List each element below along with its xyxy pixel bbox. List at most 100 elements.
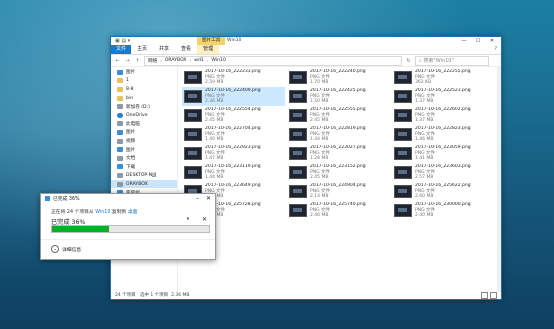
more-details-button[interactable]: ⌄ 详细信息 [51,245,81,253]
sidebar-item[interactable]: 图片 [111,68,177,77]
sidebar-item-label: OneDrive [126,112,148,118]
file-item[interactable]: 2017-10-16_222823.png PNG 文件 1.46 MB [392,125,495,144]
file-item[interactable]: 2017-10-16_222554.png PNG 文件 2.45 MB [182,106,285,125]
tab-share[interactable]: 共享 [153,45,175,54]
sidebar-item[interactable]: 下载 [111,163,177,172]
file-item[interactable]: 2017-10-16_222704.png PNG 文件 1.40 MB [182,125,285,144]
image-thumbnail [184,147,202,160]
file-size: 2.14 MB [310,194,329,200]
sidebar-item-label: 此电脑 [126,121,140,127]
dialog-divider [41,239,215,240]
file-item[interactable]: 2017-10-16_223027.png PNG 文件 1.28 MB [287,144,390,163]
file-item[interactable]: 2017-10-16_222555.png PNG 文件 2.45 MB [287,106,390,125]
quick-access-toolbar-icon[interactable]: ▣ ▤ ▾ [115,38,130,44]
file-item[interactable]: 2017-10-16_222233.png PNG 文件 2.59 MB [182,68,285,87]
file-item[interactable]: 2017-10-16_222240.png PNG 文件 1.70 MB [287,68,390,87]
sidebar-item[interactable]: 图片 [111,128,177,137]
large-icons-view-icon[interactable] [490,292,497,299]
file-item[interactable]: 2017-10-16_225622.png PNG 文件 2.60 MB [392,182,495,201]
title-bar: ▣ ▤ ▾ 图片工具 Win10 — ☐ ✕ [111,37,501,45]
file-item[interactable]: 2017-10-16_224904.png PNG 文件 2.14 MB [287,182,390,201]
image-thumbnail [289,109,307,122]
tab-manage[interactable]: 管理 [197,45,220,54]
file-item[interactable]: 2017-10-16_222425.png PNG 文件 1.50 MB [287,87,390,106]
image-thumbnail [289,185,307,198]
file-size: 2.45 MB [310,175,329,181]
breadcrumb-share[interactable]: wd1 [194,58,204,63]
stop-icon[interactable]: ✕ [202,216,207,223]
sidebar-item[interactable]: 图片 [111,145,177,154]
file-item[interactable]: 2017-10-16_222409.png PNG 文件 2.36 MB [182,87,285,106]
sidebar-item-label: 视频 [126,139,136,145]
refresh-icon[interactable]: ↻ [405,58,412,64]
destination-link[interactable]: 桌面 [128,210,138,215]
chevron-down-icon: ⌄ [51,245,59,253]
sidebar-item[interactable]: OneDrive [111,111,177,120]
explorer-window: ▣ ▤ ▾ 图片工具 Win10 — ☐ ✕ 文件 主页 共享 查看 管理 ? … [110,36,502,300]
help-button[interactable]: ? [494,46,497,52]
up-arrow-icon[interactable]: ↑ [134,58,141,64]
file-size: 2.40 MB [415,213,434,219]
file-name: 2017-10-16_222233.png [205,69,261,75]
breadcrumb-network[interactable]: 网络 [148,58,157,64]
sidebar-item[interactable]: 新加卷 (D:) [111,102,177,111]
sidebar-item-label: 图片 [126,70,136,76]
copy-prefix: 正在将 24 个项目从 [51,210,94,215]
file-item[interactable]: 2017-10-16_223059.png PNG 文件 1.41 MB [392,144,495,163]
breadcrumb-host[interactable]: ORAYBOX [165,58,187,63]
minimize-button[interactable]: – [196,195,199,202]
file-tab[interactable]: 文件 [111,45,132,54]
image-thumbnail [184,109,202,122]
file-item[interactable]: 2017-10-16_222523.png PNG 文件 1.37 MB [392,87,495,106]
tab-view[interactable]: 查看 [175,45,197,54]
sidebar-item[interactable]: 8-8 [111,85,177,94]
sidebar-item[interactable]: 文档 [111,154,177,163]
close-button[interactable]: ✕ [206,195,211,202]
details-view-icon[interactable] [481,292,488,299]
sidebar-item[interactable]: bin [111,94,177,103]
copy-icon [45,196,50,201]
image-thumbnail [394,90,412,103]
sidebar-item[interactable]: ORAYBOX [111,179,177,189]
file-item[interactable]: 2017-10-16_225740.png PNG 文件 2.40 MB [287,201,390,220]
file-item[interactable]: 2017-10-16_222602.png PNG 文件 1.37 MB [392,106,495,125]
maximize-button[interactable]: ☐ [471,37,485,45]
minimize-button[interactable]: — [457,37,471,45]
sidebar-item-label: 8-8 [126,86,134,92]
address-bar[interactable]: 网络 › ORAYBOX › wd1 › Win10 [144,55,402,66]
file-item[interactable]: 2017-10-16_230000.png PNG 文件 2.40 MB [392,201,495,220]
pictures-icon [117,69,123,75]
computer-icon [117,172,123,178]
sidebar-item[interactable]: 1 [111,77,177,86]
image-thumbnail [184,128,202,141]
file-size: 2.59 MB [205,80,224,86]
vertical-scrollbar[interactable] [497,66,501,292]
back-arrow-icon[interactable]: ← [114,58,121,64]
forward-arrow-icon[interactable]: → [124,58,131,64]
sidebar-item-label: DESKTOP-NJJJ [126,172,157,178]
sidebar-item-label: 新加卷 (D:) [126,104,150,110]
picture-tools-tab[interactable]: 图片工具 [197,37,226,45]
close-button[interactable]: ✕ [485,37,499,45]
file-list: 2017-10-16_222233.png PNG 文件 2.59 MB 2017-1… [178,66,501,292]
pause-icon[interactable]: ⏸ [186,216,189,222]
search-input[interactable]: ⌕ 搜索"Win10" [415,55,489,66]
file-item[interactable]: 2017-10-16_223603.png PNG 文件 2.57 MB [392,163,495,182]
file-size: 2.57 MB [415,175,434,181]
file-item[interactable]: 2017-10-16_223152.png PNG 文件 2.45 MB [287,163,390,182]
source-link[interactable]: Win10 [95,210,110,215]
file-item[interactable]: 2017-10-16_222255.png PNG 文件 362 KB [392,68,495,87]
file-item[interactable]: 2017-10-16_222819.png PNG 文件 1.44 MB [287,125,390,144]
file-name: 2017-10-16_223152.png [310,164,366,170]
file-name: 2017-10-16_223649.png [205,183,261,189]
tab-home[interactable]: 主页 [131,45,153,54]
copy-description: 正在将 24 个项目从 Win10 复制到 桌面 [51,208,137,215]
sidebar-item[interactable]: 视频 [111,137,177,146]
file-item[interactable]: 2017-10-16_223119.png PNG 文件 1.44 MB [182,163,285,182]
file-item[interactable]: 2017-10-16_222923.png PNG 文件 1.47 MB [182,144,285,163]
sidebar-item[interactable]: 此电脑 [111,120,177,129]
breadcrumb-folder[interactable]: Win10 [211,58,225,63]
file-name: 2017-10-16_223603.png [415,164,471,170]
sidebar-item-label: 文档 [126,156,136,162]
sidebar-item[interactable]: DESKTOP-NJJJ [111,171,177,180]
